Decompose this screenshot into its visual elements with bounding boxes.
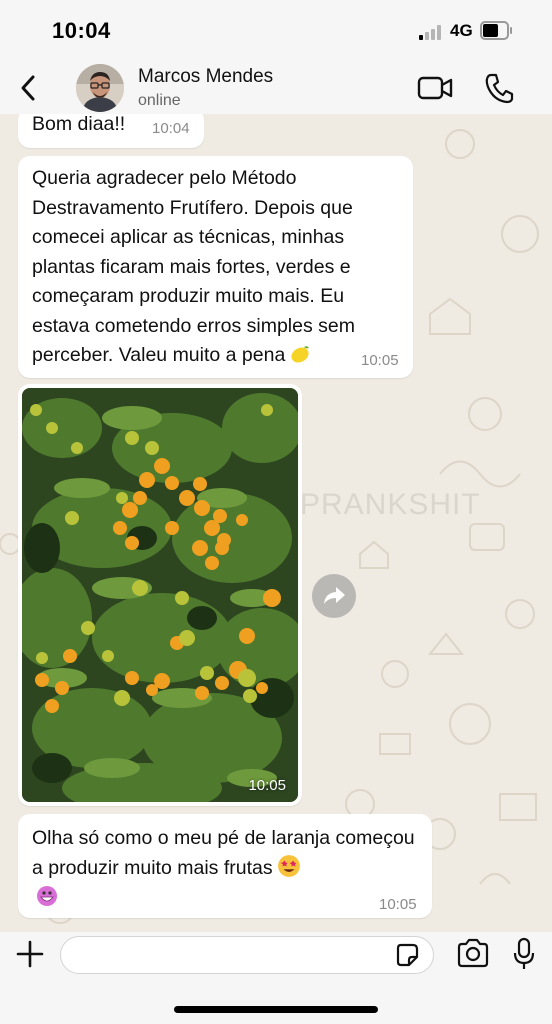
avatar[interactable] [76, 64, 124, 112]
lemon-emoji-icon [291, 346, 310, 363]
status-time: 10:04 [52, 18, 111, 43]
mic-icon [513, 937, 535, 969]
home-indicator[interactable] [174, 1006, 378, 1013]
message-time: 10:05 [379, 896, 417, 913]
message-time: 10:05 [248, 777, 286, 794]
attach-button[interactable] [14, 938, 46, 970]
back-button[interactable] [14, 70, 44, 106]
battery-icon [480, 21, 512, 40]
message-bubble[interactable]: Queria agradecer pelo Método Destravamen… [18, 156, 413, 378]
star-struck-emoji-icon [277, 854, 300, 877]
message-bubble[interactable]: Olha só como o meu pé de laranja começou… [18, 814, 432, 918]
message-text: Olha só como o meu pé de laranja começou… [32, 824, 424, 913]
phone-icon [485, 73, 514, 104]
network-label: 4G [450, 21, 473, 40]
forward-icon [324, 587, 345, 604]
signal-icon [419, 24, 443, 40]
message-text-content: Queria agradecer pelo Método Destravamen… [32, 167, 355, 366]
sticker-button[interactable] [394, 942, 420, 968]
video-call-button[interactable] [416, 74, 454, 102]
message-input[interactable] [60, 936, 434, 974]
voice-call-button[interactable] [484, 72, 514, 104]
message-time: 10:05 [361, 352, 399, 369]
input-bar [0, 932, 552, 1024]
message-bubble[interactable]: Bom diaa!! 10:04 [18, 114, 204, 148]
chat-area[interactable]: PRANKSHIT Bom diaa!! 10:04 Queria agrade… [0, 114, 552, 932]
mic-button[interactable] [512, 936, 536, 972]
image-message-bubble[interactable]: 10:05 [18, 384, 302, 806]
sticker-icon [396, 943, 419, 967]
contact-status: online [138, 92, 181, 109]
watermark-mid: PRANKSHIT [300, 488, 481, 521]
status-bar: 10:04 4G [0, 0, 552, 62]
message-time: 10:04 [152, 120, 190, 137]
chat-header: Marcos Mendes online [0, 62, 552, 114]
grinning-emoji-icon [37, 886, 57, 906]
back-icon [21, 75, 35, 101]
camera-button[interactable] [456, 938, 490, 968]
message-text-content: Olha só como o meu pé de laranja começou… [32, 827, 415, 879]
video-call-icon [417, 76, 453, 100]
message-text: Bom diaa!! [32, 114, 126, 135]
contact-name[interactable]: Marcos Mendes [138, 66, 273, 88]
plus-icon [16, 940, 44, 968]
orange-tree-photo[interactable]: 10:05 [22, 388, 298, 802]
camera-icon [457, 938, 489, 968]
message-text: Queria agradecer pelo Método Destravamen… [32, 164, 404, 371]
forward-button[interactable] [312, 574, 356, 618]
